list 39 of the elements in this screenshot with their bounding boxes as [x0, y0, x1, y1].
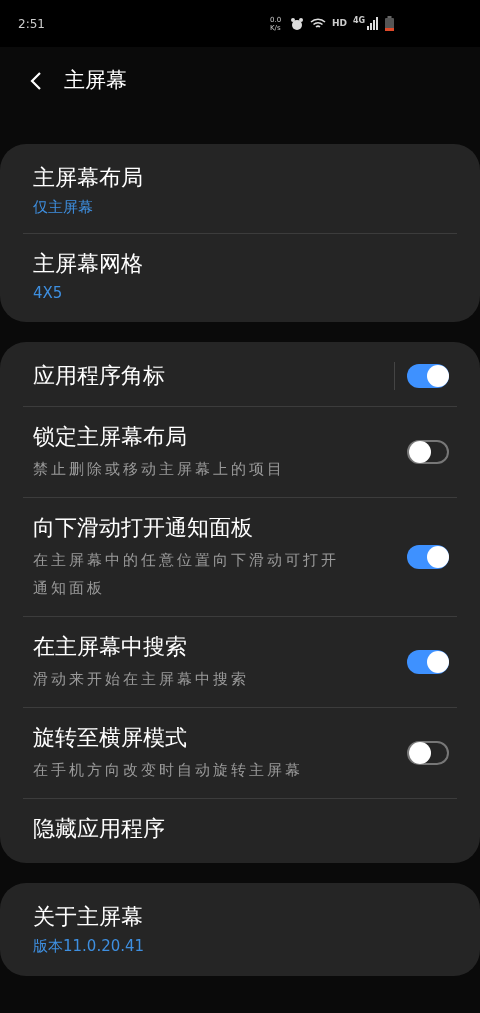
setting-value: 4X5: [32, 282, 64, 304]
settings-row[interactable]: 关于主屏幕 版本11.0.20.41: [23, 887, 457, 972]
hd-label: HD: [331, 16, 347, 30]
battery-icon: [385, 16, 395, 31]
settings-row[interactable]: 主屏幕网格 4X5: [23, 233, 457, 318]
setting-title: 锁定主屏幕布局: [32, 423, 188, 451]
setting-value: 版本11.0.20.41: [32, 936, 146, 957]
toggle-switch[interactable]: [407, 364, 449, 388]
wifi-icon: [309, 17, 326, 30]
settings-row[interactable]: 应用程序角标: [23, 346, 457, 407]
settings-row[interactable]: 旋转至横屏模式 在手机方向改变时自动旋转主屏幕: [23, 708, 457, 799]
page-title: 主屏幕: [64, 66, 127, 94]
alarm-icon: [289, 16, 304, 31]
network-type: 4G: [352, 14, 366, 27]
setting-description: 滑动来开始在主屏幕中搜索: [32, 669, 250, 690]
settings-row[interactable]: 主屏幕布局 仅主屏幕: [23, 148, 457, 234]
setting-title: 应用程序角标: [32, 362, 166, 390]
setting-title: 主屏幕网格: [32, 249, 144, 278]
toggle-switch[interactable]: [407, 741, 449, 765]
setting-description: 禁止删除或移动主屏幕上的项目: [32, 459, 286, 480]
signal-icon: [367, 17, 380, 30]
toggle-switch[interactable]: [407, 650, 449, 674]
settings-row[interactable]: 向下滑动打开通知面板 在主屏幕中的任意位置向下滑动可打开通知面板: [23, 498, 457, 617]
settings-row[interactable]: 锁定主屏幕布局 禁止删除或移动主屏幕上的项目: [23, 407, 457, 498]
settings-row[interactable]: 在主屏幕中搜索 滑动来开始在主屏幕中搜索: [23, 617, 457, 708]
setting-title: 关于主屏幕: [32, 903, 144, 931]
setting-title: 隐藏应用程序: [32, 815, 166, 843]
setting-title: 向下滑动打开通知面板: [32, 514, 254, 542]
setting-description: 在主屏幕中的任意位置向下滑动可打开通知面板: [32, 550, 340, 599]
setting-title: 在主屏幕中搜索: [32, 633, 188, 661]
status-time: 2:51: [18, 15, 45, 33]
setting-description: 在手机方向改变时自动旋转主屏幕: [32, 760, 304, 781]
setting-title: 主屏幕布局: [32, 164, 144, 192]
settings-row[interactable]: 隐藏应用程序: [23, 799, 457, 859]
toggle-switch[interactable]: [407, 440, 449, 464]
setting-value: 仅主屏幕: [32, 197, 94, 218]
setting-title: 旋转至横屏模式: [32, 724, 188, 752]
back-icon[interactable]: [30, 70, 42, 91]
toggle-switch[interactable]: [407, 545, 449, 569]
